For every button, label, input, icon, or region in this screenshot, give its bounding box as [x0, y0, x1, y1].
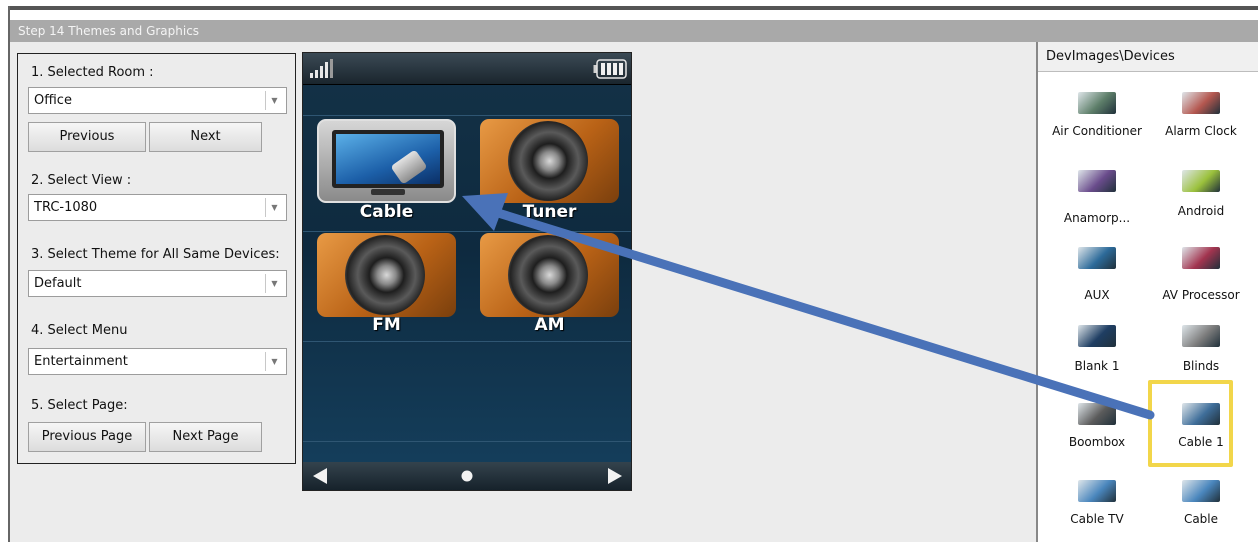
device-images-panel: DevImages\Devices Air Conditioner Alarm C… — [1036, 42, 1258, 542]
room-label: 1. Selected Room : — [31, 65, 154, 80]
row-divider — [303, 441, 631, 442]
menu-dropdown[interactable]: Entertainment ▼ — [28, 348, 287, 375]
signal-icon — [310, 59, 333, 78]
device-item-boombox[interactable]: Boombox — [1042, 391, 1152, 468]
device-path-header: DevImages\Devices — [1038, 42, 1258, 72]
blank-1-icon — [1078, 325, 1116, 347]
android-icon — [1182, 170, 1220, 192]
aux-icon — [1078, 247, 1116, 269]
device-item-cable-tv[interactable]: Cable TV — [1042, 468, 1152, 542]
step-title-bar: Step 14 Themes and Graphics — [10, 20, 1258, 42]
cable-plug-icon — [390, 149, 428, 185]
tile-label: Cable — [359, 202, 414, 222]
right-arrow-icon[interactable] — [606, 467, 624, 485]
cable-tv-icon — [1078, 480, 1116, 502]
device-item-anamorphic[interactable]: Anamorp... — [1042, 158, 1152, 235]
view-value: TRC-1080 — [34, 200, 98, 215]
previous-page-button[interactable]: Previous Page — [28, 422, 146, 452]
device-item-blinds[interactable]: Blinds — [1146, 313, 1256, 390]
view-label: 2. Select View : — [31, 173, 132, 188]
left-arrow-icon[interactable] — [311, 467, 329, 485]
av-processor-icon — [1182, 247, 1220, 269]
device-name: AUX — [1084, 288, 1110, 302]
blinds-icon — [1182, 325, 1220, 347]
row-divider — [303, 115, 631, 116]
tile-label: FM — [372, 315, 401, 335]
tv-cable-icon — [332, 130, 444, 188]
cable-icon — [1182, 480, 1220, 502]
window-top-border — [0, 6, 1258, 10]
menu-value: Entertainment — [34, 354, 128, 369]
dropdown-arrow-icon[interactable]: ▼ — [265, 352, 283, 371]
device-name: Cable — [1183, 512, 1219, 526]
room-dropdown[interactable]: Office ▼ — [28, 87, 287, 114]
dropdown-arrow-icon[interactable]: ▼ — [265, 91, 283, 110]
remote-preview: Cable Tuner FM AM — [302, 52, 632, 491]
step-title: Step 14 Themes and Graphics — [18, 24, 200, 38]
theme-value: Default — [34, 276, 82, 291]
device-item-android[interactable]: Android — [1146, 158, 1256, 235]
device-name: Blinds — [1182, 359, 1220, 373]
page-dot-icon[interactable] — [461, 470, 473, 482]
device-name: Anamorp... — [1063, 211, 1131, 225]
tile-am[interactable] — [480, 233, 619, 317]
speaker-icon — [508, 121, 588, 201]
window-left-border — [0, 6, 10, 542]
tv-stand — [371, 189, 405, 195]
page-label: 5. Select Page: — [31, 398, 128, 413]
device-name: Blank 1 — [1074, 359, 1120, 373]
tile-label: Tuner — [522, 202, 577, 222]
theme-label: 3. Select Theme for All Same Devices: — [31, 247, 280, 262]
device-item-aux[interactable]: AUX — [1042, 235, 1152, 312]
speaker-icon — [508, 235, 588, 315]
speaker-icon — [345, 235, 425, 315]
view-dropdown[interactable]: TRC-1080 ▼ — [28, 194, 287, 221]
tile-fm[interactable] — [317, 233, 456, 317]
tile-cable[interactable] — [317, 119, 456, 203]
device-name: Android — [1177, 204, 1225, 218]
previous-button[interactable]: Previous — [28, 122, 146, 152]
boombox-icon — [1078, 403, 1116, 425]
tile-tuner[interactable] — [480, 119, 619, 203]
dropdown-arrow-icon[interactable]: ▼ — [265, 274, 283, 293]
battery-icon — [593, 59, 627, 79]
device-name: Alarm Clock — [1165, 124, 1237, 138]
theme-dropdown[interactable]: Default ▼ — [28, 270, 287, 297]
alarm-clock-icon — [1182, 92, 1220, 114]
row-divider — [303, 341, 631, 342]
device-item-alarm-clock[interactable]: Alarm Clock — [1146, 80, 1256, 157]
air-conditioner-icon — [1078, 92, 1116, 114]
row-divider — [303, 231, 631, 232]
device-item-cable[interactable]: Cable — [1146, 468, 1256, 542]
dropdown-arrow-icon[interactable]: ▼ — [265, 198, 283, 217]
room-value: Office — [34, 93, 72, 108]
device-name: Boombox — [1068, 435, 1126, 449]
device-name: AV Processor — [1162, 288, 1240, 302]
device-name: Cable TV — [1070, 512, 1124, 526]
device-name: Air Conditioner — [1052, 124, 1142, 138]
next-page-button[interactable]: Next Page — [149, 422, 262, 452]
next-button[interactable]: Next — [149, 122, 262, 152]
device-item-av-processor[interactable]: AV Processor — [1146, 235, 1256, 312]
anamorphic-icon — [1078, 170, 1116, 192]
selected-device-highlight — [1148, 380, 1233, 467]
phone-nav-bar — [303, 462, 631, 490]
tile-label: AM — [534, 315, 565, 335]
settings-panel: 1. Selected Room : Office ▼ Previous Nex… — [17, 53, 296, 464]
device-item-air-conditioner[interactable]: Air Conditioner — [1042, 80, 1152, 157]
menu-label: 4. Select Menu — [31, 323, 128, 338]
device-item-blank-1[interactable]: Blank 1 — [1042, 313, 1152, 390]
phone-status-bar — [303, 53, 631, 85]
